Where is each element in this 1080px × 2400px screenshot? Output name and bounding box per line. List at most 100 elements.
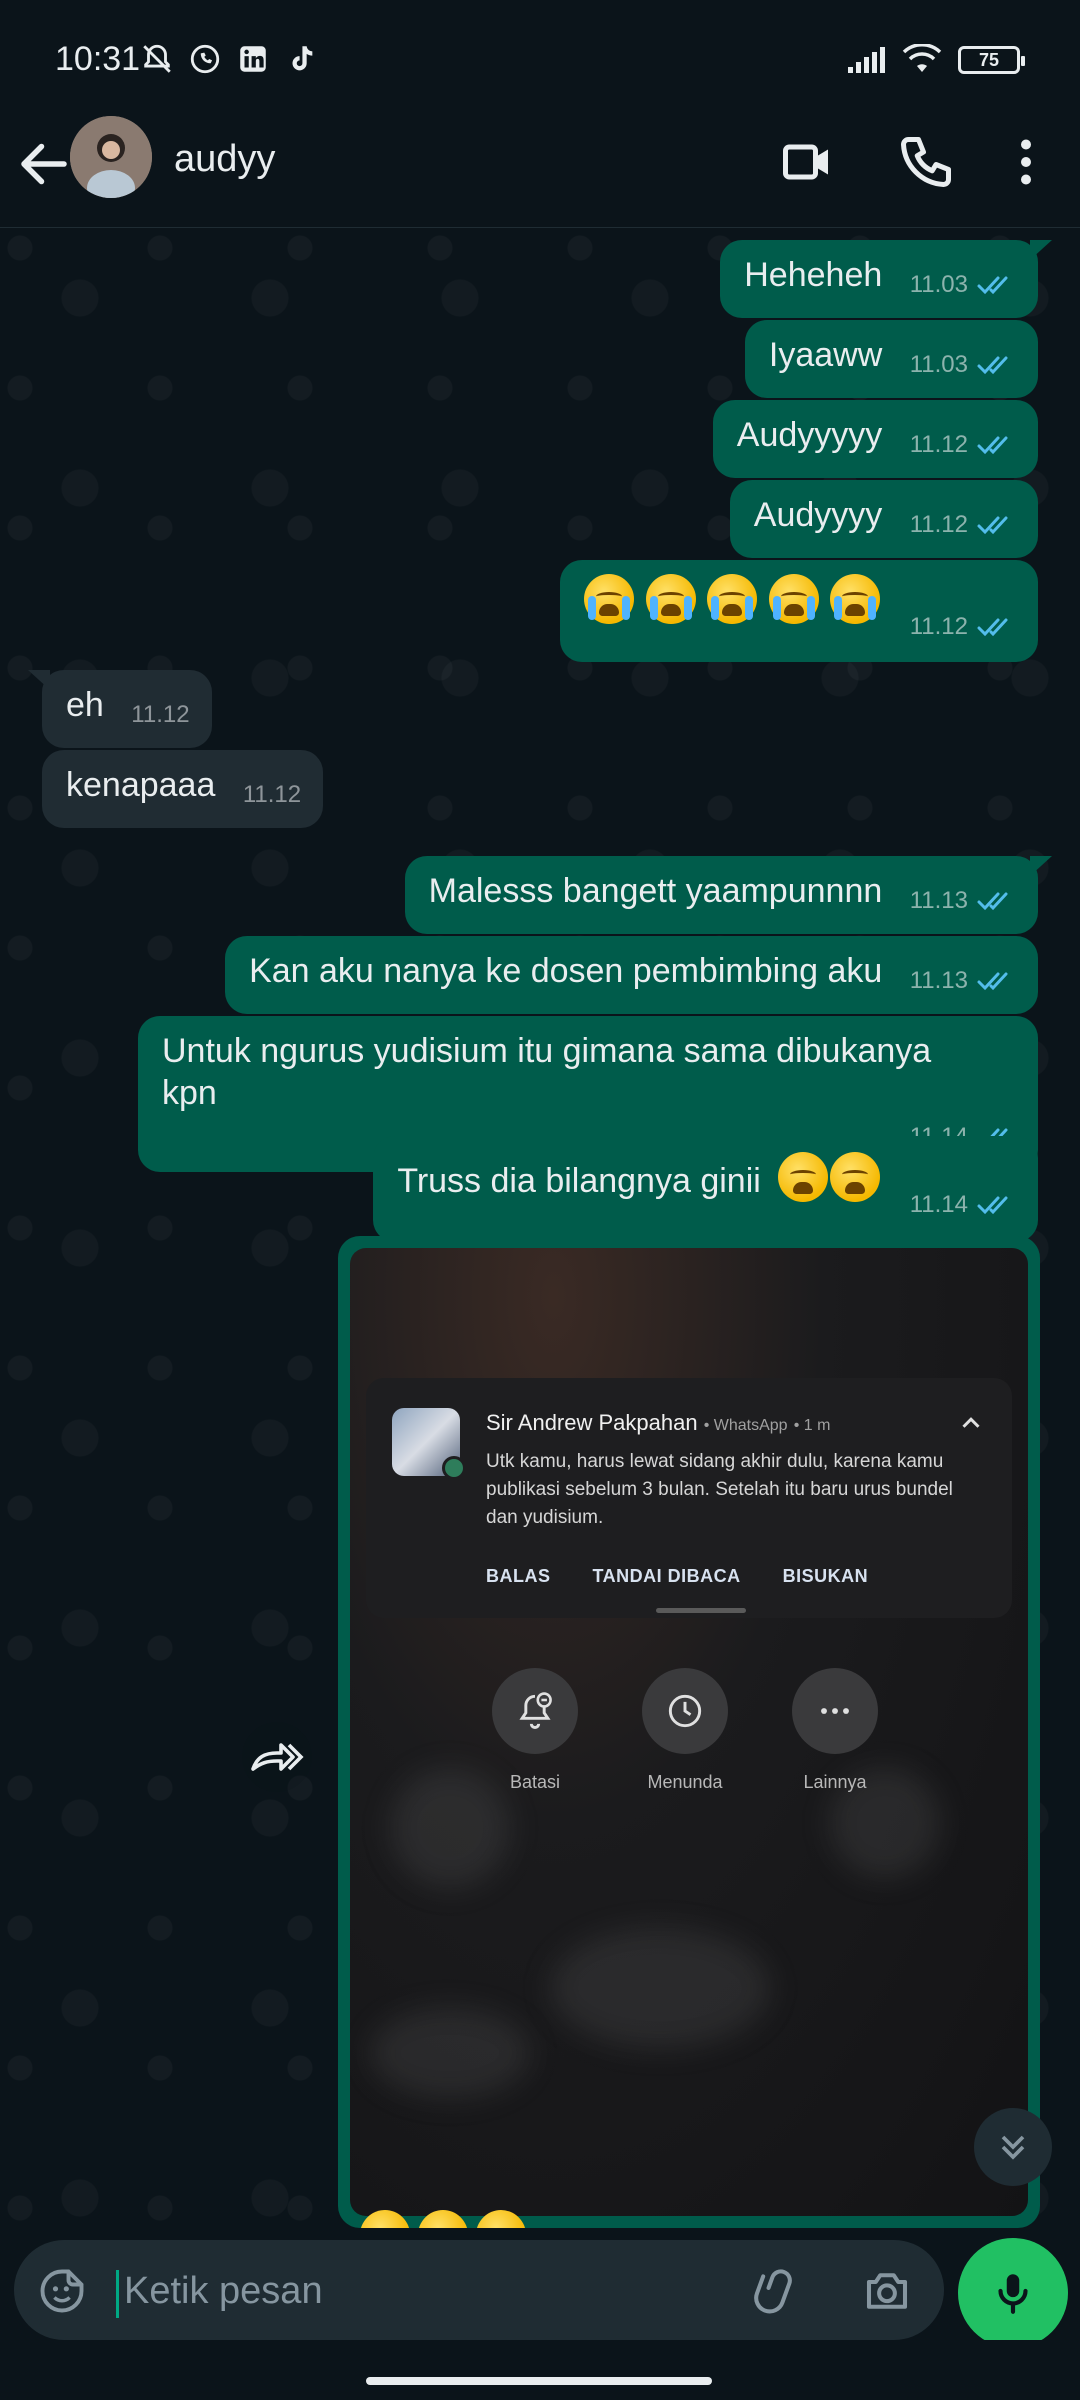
loudly-crying-face-emoji (768, 574, 819, 624)
notification-sender: Sir Andrew Pakpahan (486, 1410, 698, 1435)
mic-icon (998, 2274, 1028, 2314)
message-time: 11.12 (909, 511, 968, 538)
notification-quick-actions: Batasi Menunda Lainnya (492, 1668, 878, 1793)
notification-action-mark-read: TANDAI DIBACA (592, 1566, 741, 1586)
notification-actions: BALAS TANDAI DIBACA BISUKAN (486, 1566, 868, 1587)
status-bar: 10:31 75 (0, 0, 1080, 120)
message-text: kenapaaa (66, 766, 216, 804)
message-meta: 11.13 (910, 960, 1016, 1002)
message-bubble-outgoing[interactable]: Truss dia bilangnya ginii 11.14 (373, 1136, 1038, 1242)
forward-button[interactable] (242, 1722, 312, 1792)
message-text: Kan aku nanya ke dosen pembimbing aku (249, 952, 883, 990)
image-message-outgoing[interactable]: Sir Andrew Pakpahan • WhatsApp • 1 m Utk… (338, 1236, 1040, 2228)
notification-separator: • (793, 1417, 804, 1434)
home-indicator[interactable] (366, 2377, 712, 2385)
message-text: eh (66, 686, 104, 724)
message-time: 11.03 (909, 271, 968, 298)
mute-notification-icon (143, 44, 171, 73)
message-bubble-outgoing[interactable]: Malesss bangett yaampunnnn 11.13 (404, 856, 1052, 934)
read-tick-icon (977, 276, 1008, 295)
message-meta: 11.12 (910, 606, 1016, 648)
contact-avatar[interactable] (70, 116, 152, 198)
voice-call-icon[interactable] (896, 132, 956, 192)
message-meta: 11.12 (910, 504, 1016, 546)
read-tick-icon (977, 972, 1008, 991)
message-meta: 11.12 (131, 694, 189, 736)
message-time: 11.12 (909, 431, 968, 458)
message-text: Audyyyy (753, 496, 883, 534)
quick-action-label: Lainnya (803, 1772, 867, 1792)
quick-action-label: Batasi (509, 1772, 561, 1792)
scroll-to-bottom-button[interactable] (974, 2108, 1052, 2186)
loudly-crying-face-emoji (707, 574, 758, 624)
message-input-field[interactable]: Ketik pesan (14, 2240, 944, 2340)
emoji (418, 2210, 468, 2228)
message-text: Heheheh (744, 256, 883, 294)
bubble-tail (1030, 240, 1052, 260)
message-bubble-outgoing[interactable]: 11.12 (560, 560, 1038, 662)
emoji (360, 2210, 410, 2228)
chat-header: audyy (0, 110, 1080, 228)
message-text: Untuk ngurus yudisium itu gimana sama di… (162, 1032, 932, 1112)
message-bubble-outgoing[interactable]: Audyyyy 11.12 (729, 480, 1038, 558)
bubble-tail (1030, 856, 1052, 876)
message-time: 11.13 (909, 967, 968, 994)
more-options-icon[interactable] (996, 132, 1056, 192)
signal-icon (848, 47, 885, 73)
blur-shape (370, 2008, 530, 2098)
message-time: 11.12 (131, 701, 190, 728)
message-text: Audyyyyy (736, 416, 883, 454)
message-text: Iyaaww (768, 336, 883, 374)
message-time: 11.13 (909, 887, 968, 914)
message-bubble-outgoing[interactable]: Heheheh 11.03 (720, 240, 1052, 318)
message-bubble-incoming[interactable]: eh 11.12 (28, 670, 212, 748)
notification-avatar (392, 1408, 466, 1480)
status-notification-icons (140, 42, 318, 76)
battery-icon: 75 (958, 46, 1025, 74)
message-bubble-outgoing[interactable]: Iyaaww 11.03 (744, 320, 1038, 398)
notification-body: Utk kamu, harus lewat sidang akhir dulu,… (486, 1451, 953, 1528)
notification-age: 1 m (803, 1417, 831, 1434)
message-text: Truss dia bilangnya ginii (397, 1162, 761, 1200)
notification-action-reply: BALAS (486, 1566, 551, 1586)
voice-message-button[interactable] (958, 2238, 1068, 2348)
screenshot-image[interactable]: Sir Andrew Pakpahan • WhatsApp • 1 m Utk… (350, 1248, 1028, 2216)
back-arrow-icon[interactable] (14, 134, 74, 194)
loudly-crying-face-emoji (645, 574, 696, 624)
notification-action-mute: BISUKAN (782, 1566, 869, 1586)
tired-face-emoji (830, 1152, 881, 1202)
message-time: 11.14 (909, 1191, 968, 1218)
notification-card: Sir Andrew Pakpahan • WhatsApp • 1 m Utk… (366, 1378, 1012, 1618)
notification-separator: • (703, 1417, 714, 1434)
quick-action-menunda: Menunda (642, 1668, 728, 1793)
message-meta: 11.12 (910, 424, 1016, 466)
loudly-crying-face-emoji (830, 574, 881, 624)
quick-action-lainnya: Lainnya (792, 1668, 878, 1793)
double-chevron-down-icon (1001, 2135, 1025, 2160)
message-input-bar: Ketik pesan (0, 2228, 1080, 2348)
emoji (476, 2210, 526, 2228)
message-input-placeholder[interactable]: Ketik pesan (124, 2270, 323, 2313)
read-tick-icon (977, 618, 1008, 637)
attach-icon[interactable] (750, 2264, 804, 2318)
forward-icon (251, 1743, 304, 1771)
status-time: 10:31 (55, 40, 141, 78)
message-meta: 11.13 (910, 880, 1016, 922)
video-call-icon[interactable] (778, 132, 838, 192)
sticker-icon[interactable] (36, 2265, 88, 2317)
camera-icon[interactable] (860, 2264, 914, 2318)
contact-name[interactable]: audyy (174, 138, 275, 181)
notification-app: WhatsApp (713, 1417, 788, 1434)
message-bubble-outgoing[interactable]: Kan aku nanya ke dosen pembimbing aku 11… (225, 936, 1038, 1014)
message-time: 11.03 (909, 351, 968, 378)
tiktok-icon (292, 46, 313, 71)
message-text: Malesss bangett yaampunnnn (428, 872, 883, 910)
quick-action-batasi: Batasi (492, 1668, 578, 1793)
message-bubble-incoming[interactable]: kenapaaa 11.12 (42, 750, 324, 828)
message-meta: 11.12 (243, 774, 301, 816)
whatsapp-badge-icon (442, 1456, 466, 1480)
quick-action-label: Menunda (647, 1772, 723, 1792)
chat-messages-area[interactable]: Heheheh 11.03 Iyaaww 11.03 Audyyyyy 11.1… (0, 228, 1080, 2228)
emoji-row (584, 574, 891, 624)
message-bubble-outgoing[interactable]: Audyyyyy 11.12 (712, 400, 1038, 478)
